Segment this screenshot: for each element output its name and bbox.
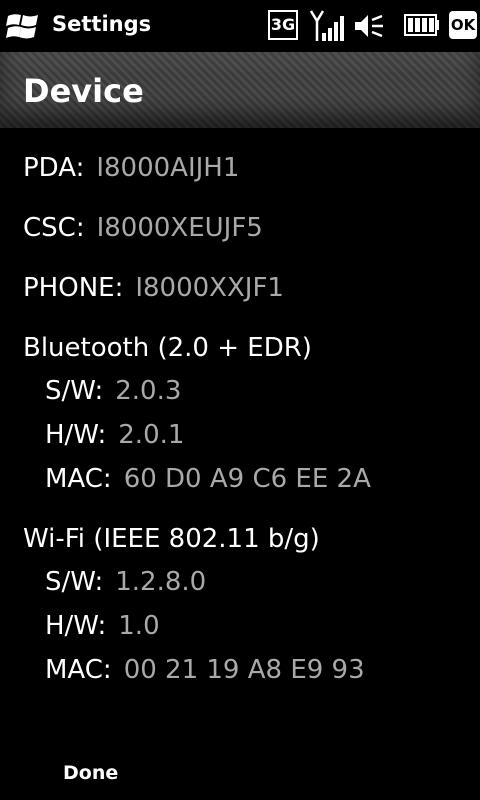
wifi-mac-row: MAC: 00 21 19 A8 E9 93 [45, 655, 365, 685]
signal-strength-icon [309, 10, 344, 41]
bluetooth-sw-value: 2.0.3 [115, 376, 182, 406]
network-3g-icon: 3G [268, 10, 298, 40]
done-softkey[interactable]: Done [63, 762, 118, 784]
csc-label: CSC: [23, 213, 85, 243]
wifi-mac-label: MAC: [45, 655, 112, 685]
wifi-hw-row: H/W: 1.0 [45, 611, 160, 641]
volume-mute-icon [355, 14, 383, 38]
bluetooth-mac-row: MAC: 60 D0 A9 C6 EE 2A [45, 464, 371, 494]
bluetooth-heading: Bluetooth (2.0 + EDR) [23, 333, 312, 363]
bluetooth-sw-label: S/W: [45, 376, 104, 406]
wifi-heading: Wi-Fi (IEEE 802.11 b/g) [23, 524, 320, 554]
phone-value: I8000XXJF1 [135, 273, 284, 303]
pda-value: I8000AIJH1 [96, 153, 240, 183]
wifi-sw-value: 1.2.8.0 [115, 567, 207, 597]
wifi-hw-label: H/W: [45, 611, 107, 641]
bluetooth-hw-row: H/W: 2.0.1 [45, 420, 184, 450]
windows-start-icon[interactable] [6, 10, 40, 42]
wifi-sw-row: S/W: 1.2.8.0 [45, 567, 206, 597]
battery-icon [404, 14, 439, 36]
pda-row: PDA: I8000AIJH1 [23, 153, 239, 183]
bluetooth-sw-row: S/W: 2.0.3 [45, 376, 181, 406]
pda-label: PDA: [23, 153, 85, 183]
wifi-hw-value: 1.0 [118, 611, 160, 641]
page-title: Device [23, 72, 144, 110]
bluetooth-hw-label: H/W: [45, 420, 107, 450]
phone-label: PHONE: [23, 273, 124, 303]
status-bar: Settings 3G OK [0, 0, 480, 52]
phone-row: PHONE: I8000XXJF1 [23, 273, 284, 303]
bluetooth-hw-value: 2.0.1 [118, 420, 185, 450]
app-title: Settings [52, 12, 152, 36]
wifi-mac-value: 00 21 19 A8 E9 93 [123, 655, 365, 685]
bluetooth-mac-label: MAC: [45, 464, 112, 494]
ok-button[interactable]: OK [449, 11, 477, 39]
page-header: Device [0, 52, 480, 128]
bluetooth-mac-value: 60 D0 A9 C6 EE 2A [123, 464, 371, 494]
wifi-sw-label: S/W: [45, 567, 104, 597]
csc-value: I8000XEUJF5 [96, 213, 263, 243]
csc-row: CSC: I8000XEUJF5 [23, 213, 263, 243]
